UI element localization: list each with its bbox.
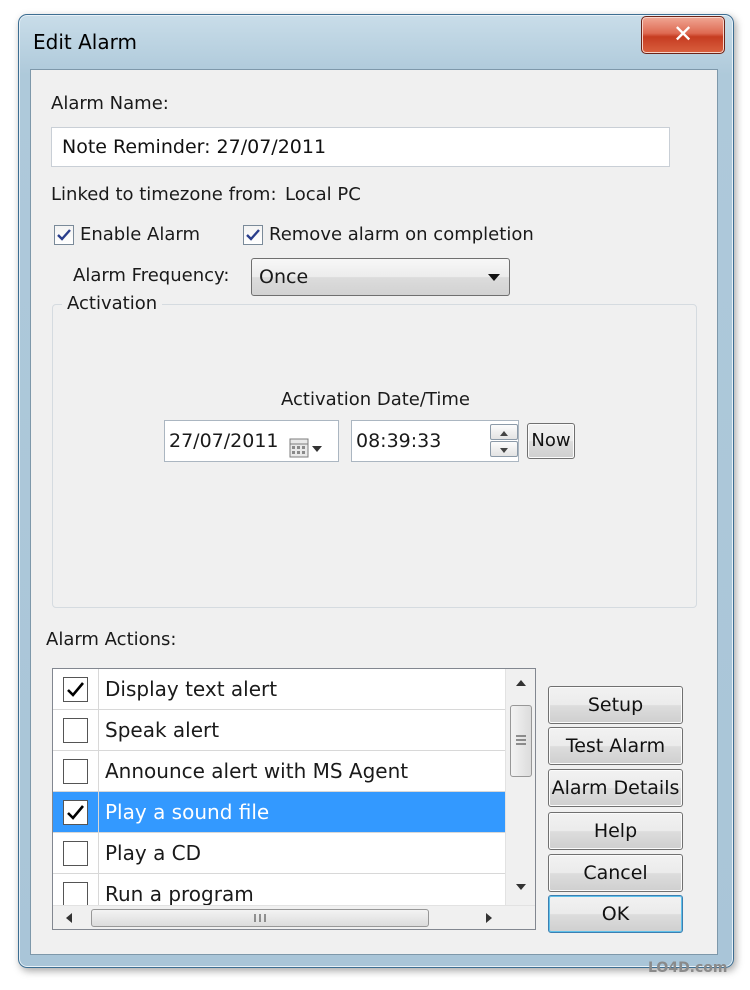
horizontal-scrollbar[interactable] — [53, 905, 535, 929]
grip-icon — [254, 914, 266, 922]
frequency-select[interactable]: Once — [251, 258, 510, 296]
remove-on-completion-checkbox[interactable] — [243, 225, 263, 245]
spin-up-button[interactable] — [490, 424, 518, 440]
frequency-value: Once — [259, 266, 309, 288]
list-item[interactable]: Speak alert — [53, 710, 505, 751]
watermark: LO4D.com — [648, 960, 728, 976]
arrow-down-icon — [500, 448, 508, 453]
help-button[interactable]: Help — [548, 812, 683, 850]
chevron-down-icon — [488, 274, 500, 281]
time-spinner[interactable] — [490, 424, 518, 458]
scroll-up-icon[interactable] — [515, 679, 527, 687]
checkmark-icon — [67, 805, 84, 820]
enable-alarm-checkbox[interactable] — [54, 225, 74, 245]
action-label: Speak alert — [105, 718, 220, 742]
alarm-actions-label: Alarm Actions: — [46, 629, 177, 650]
checkmark-icon — [67, 682, 84, 697]
scroll-left-icon[interactable] — [65, 912, 73, 924]
activation-date-value: 27/07/2011 — [169, 430, 279, 452]
timezone-label: Linked to timezone from: — [51, 184, 277, 205]
action-label: Display text alert — [105, 677, 278, 701]
remove-on-completion-label: Remove alarm on completion — [269, 224, 534, 245]
now-button[interactable]: Now — [527, 423, 575, 459]
arrow-up-icon — [500, 431, 508, 436]
vertical-scroll-thumb[interactable] — [510, 705, 532, 777]
action-label: Play a CD — [105, 841, 202, 865]
horizontal-scroll-thumb[interactable] — [91, 909, 429, 927]
activation-group-title: Activation — [62, 293, 163, 314]
calendar-icon[interactable] — [289, 432, 325, 472]
grip-icon — [516, 735, 526, 745]
alarm-name-label: Alarm Name: — [51, 93, 169, 114]
activation-time-value: 08:39:33 — [356, 430, 442, 452]
alarm-name-input[interactable]: Note Reminder: 27/07/2011 — [51, 127, 670, 167]
test-alarm-button[interactable]: Test Alarm — [548, 727, 683, 765]
ok-button[interactable]: OK — [548, 895, 683, 933]
close-button[interactable]: ✕ — [641, 16, 725, 54]
list-item[interactable]: Display text alert — [53, 669, 505, 710]
activation-datetime-label: Activation Date/Time — [281, 389, 470, 410]
enable-alarm-label: Enable Alarm — [80, 224, 200, 245]
checkmark-icon — [246, 229, 260, 241]
frequency-label: Alarm Frequency: — [73, 265, 230, 286]
checkmark-icon — [57, 229, 71, 241]
action-checkbox[interactable] — [63, 677, 88, 702]
action-checkbox[interactable] — [63, 718, 88, 743]
alarm-details-button[interactable]: Alarm Details — [548, 769, 683, 807]
action-checkbox[interactable] — [63, 759, 88, 784]
close-icon: ✕ — [672, 20, 694, 48]
action-checkbox[interactable] — [63, 882, 88, 907]
action-checkbox[interactable] — [63, 841, 88, 866]
action-label: Play a sound file — [105, 800, 270, 824]
window-title: Edit Alarm — [33, 30, 137, 54]
action-label: Announce alert with MS Agent — [105, 759, 409, 783]
timezone-value: Local PC — [285, 184, 361, 205]
scroll-down-icon[interactable] — [515, 883, 527, 891]
alarm-actions-list[interactable]: Display text alert Speak alert Announce … — [52, 668, 536, 930]
vertical-scrollbar[interactable] — [505, 669, 535, 905]
scroll-right-icon[interactable] — [485, 912, 493, 924]
list-item[interactable]: Announce alert with MS Agent — [53, 751, 505, 792]
list-item[interactable]: Play a CD — [53, 833, 505, 874]
activation-date-picker[interactable]: 27/07/2011 — [164, 420, 339, 462]
list-item-selected[interactable]: Play a sound file — [53, 792, 505, 833]
action-checkbox[interactable] — [63, 800, 88, 825]
spin-down-button[interactable] — [490, 441, 518, 457]
cancel-button[interactable]: Cancel — [548, 854, 683, 892]
setup-button[interactable]: Setup — [548, 686, 683, 724]
